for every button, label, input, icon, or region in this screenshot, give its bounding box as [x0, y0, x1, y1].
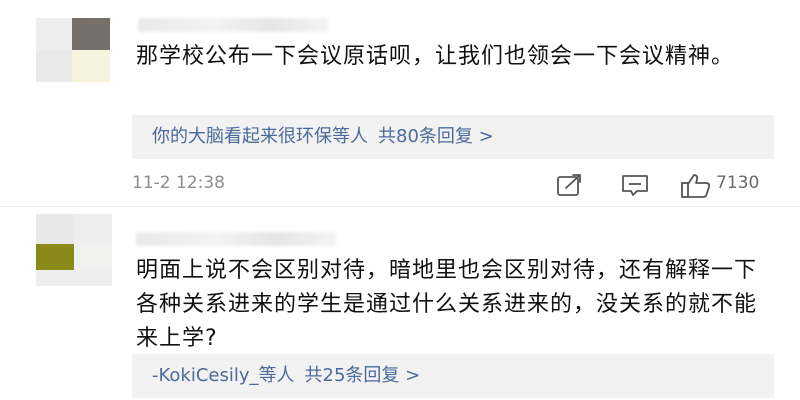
- divider: [0, 206, 800, 207]
- comment-item: 那学校公布一下会议原话呗，让我们也领会一下会议精神。 你的大脑看起来很环保等人共…: [0, 0, 800, 208]
- comment-icon[interactable]: [620, 172, 650, 202]
- comment-meta: 11-2 12:38 7130: [132, 170, 776, 200]
- comment-text: 明面上说不会区别对待，暗地里也会区别对待，还有解释一下各种关系进来的学生是通过什…: [136, 258, 758, 351]
- comment-item: 明面上说不会区别对待，暗地里也会区别对待，还有解释一下各种关系进来的学生是通过什…: [0, 208, 800, 400]
- reply-count-link[interactable]: 共80条回复 >: [378, 126, 494, 147]
- avatar[interactable]: [36, 18, 114, 82]
- share-icon[interactable]: [556, 172, 586, 202]
- username-obscured: [136, 232, 336, 246]
- comment-text: 那学校公布一下会议原话呗，让我们也领会一下会议精神。: [136, 44, 735, 69]
- username-obscured: [138, 18, 328, 32]
- avatar[interactable]: [36, 214, 112, 286]
- like-count: 7130: [716, 173, 760, 193]
- thumbs-up-icon[interactable]: [680, 172, 712, 204]
- reply-summary[interactable]: 你的大脑看起来很环保等人 共80条回复 >: [132, 115, 774, 159]
- reply-users: -KokiCesily_等人: [152, 365, 295, 386]
- comment-time: 11-2 12:38: [132, 173, 225, 193]
- reply-count-link[interactable]: 共25条回复 >: [305, 365, 421, 386]
- reply-summary[interactable]: -KokiCesily_等人 共25条回复 >: [132, 354, 774, 398]
- reply-users: 你的大脑看起来很环保等人: [152, 126, 368, 147]
